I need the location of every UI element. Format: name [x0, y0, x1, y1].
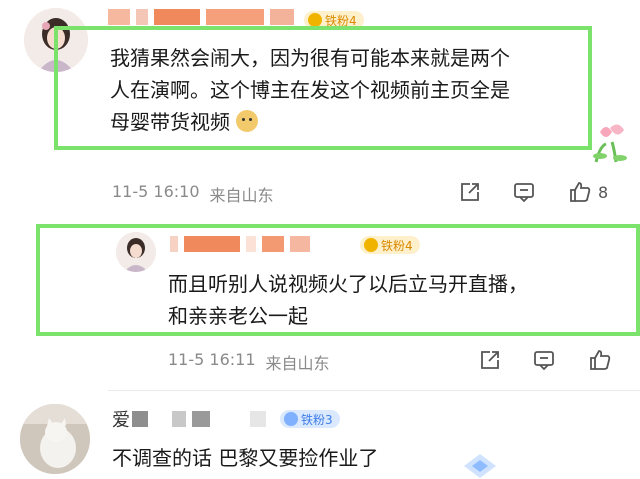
diamond-sticker-icon	[464, 454, 496, 478]
avatar-illustration	[24, 8, 88, 72]
tulip-sticker-icon	[593, 124, 627, 163]
reply-meta: 11-5 16:11 来自山东	[168, 350, 330, 374]
fan-badge-icon	[364, 238, 378, 252]
username-partial: 爱	[112, 410, 130, 431]
comment-actions: 8	[456, 178, 608, 206]
comment-meta: 11-5 16:10 来自山东	[112, 182, 274, 206]
avatar[interactable]	[116, 232, 156, 272]
divider	[108, 390, 640, 391]
like-count: 8	[598, 182, 609, 202]
timestamp: 11-5 16:11	[168, 350, 256, 369]
fan-badge[interactable]: 铁粉4	[304, 11, 364, 29]
avatar-cat-photo	[20, 404, 90, 474]
fan-badge-icon	[308, 13, 322, 27]
like-icon[interactable]	[566, 178, 594, 206]
username-redacted[interactable]: 爱	[112, 406, 272, 432]
comment-icon[interactable]	[510, 178, 538, 206]
username-redacted[interactable]	[170, 236, 316, 252]
share-icon[interactable]	[476, 346, 504, 374]
comment-text: 我猜果然会闹大，因为很有可能本来就是两个 人在演啊。这个博主在发这个视频前主页全…	[110, 46, 510, 134]
location: 来自山东	[209, 186, 274, 205]
avatar[interactable]	[24, 8, 88, 72]
share-icon[interactable]	[456, 178, 484, 206]
like-icon[interactable]	[586, 346, 614, 374]
fan-badge[interactable]: 铁粉4	[360, 236, 420, 254]
timestamp: 11-5 16:10	[112, 182, 200, 201]
avatar[interactable]	[20, 404, 90, 474]
doge-emoji-icon	[236, 110, 259, 132]
fan-badge-icon	[284, 412, 298, 426]
comment-thread: 铁粉4 我猜果然会闹大，因为很有可能本来就是两个 人在演啊。这个博主在发这个视频…	[0, 0, 640, 479]
avatar-illustration	[116, 232, 156, 272]
reply-actions	[476, 346, 614, 374]
fan-badge[interactable]: 铁粉3	[280, 410, 340, 428]
comment-icon[interactable]	[530, 346, 558, 374]
comment-text: 不调查的话 巴黎又要捡作业了	[112, 446, 379, 470]
username-redacted[interactable]	[108, 9, 300, 25]
reply-text: 而且听别人说视频火了以后立马开直播， 和亲亲老公一起	[168, 272, 528, 328]
location: 来自山东	[265, 354, 330, 373]
